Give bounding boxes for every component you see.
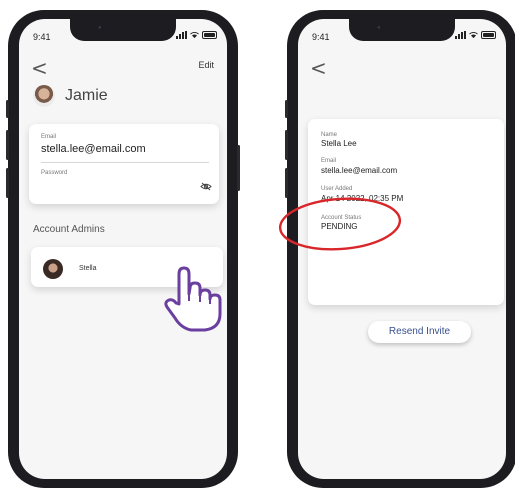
profile-name: Jamie [65, 87, 108, 104]
admin-name: Stella [79, 265, 97, 272]
mute-switch [285, 100, 288, 118]
email-value: stella.lee@email.com [321, 166, 398, 175]
account-admins-title: Account Admins [33, 224, 105, 235]
status-icons [176, 31, 217, 39]
name-value: Stella Lee [321, 139, 357, 148]
back-chevron-icon[interactable]: < [31, 58, 48, 78]
battery-icon [202, 31, 217, 39]
volume-down-button [285, 168, 288, 198]
edit-button[interactable]: Edit [198, 60, 214, 70]
status-icons [455, 31, 496, 39]
resend-invite-button[interactable]: Resend Invite [368, 321, 471, 343]
signal-icon [176, 31, 187, 39]
volume-down-button [6, 168, 9, 198]
highlight-circle [278, 197, 402, 251]
email-field[interactable]: stella.lee@email.com [41, 143, 146, 155]
battery-icon [481, 31, 496, 39]
avatar [43, 259, 63, 279]
volume-up-button [6, 130, 9, 160]
email-label: Email [41, 134, 57, 140]
signal-icon [455, 31, 466, 39]
eye-slash-icon[interactable] [200, 182, 212, 191]
status-time: 9:41 [33, 32, 51, 42]
wifi-icon [190, 32, 199, 39]
credentials-card: Email stella.lee@email.com Password [29, 124, 219, 204]
screen-left: ● 9:41 < Edit Jamie Email stella.lee@ema… [19, 19, 227, 479]
notch: ● [349, 19, 455, 41]
hand-pointer-icon [164, 266, 222, 332]
phone-frame-left: ● 9:41 < Edit Jamie Email stella.lee@ema… [6, 10, 240, 488]
power-button [237, 145, 240, 191]
avatar [33, 85, 55, 107]
name-label: Name [321, 132, 338, 138]
status-time: 9:41 [312, 32, 330, 42]
back-chevron-icon[interactable]: < [310, 58, 327, 78]
password-label: Password [41, 170, 68, 176]
mute-switch [6, 100, 9, 118]
volume-up-button [285, 130, 288, 160]
user-added-label: User Added [321, 186, 353, 192]
camera-icon: ● [377, 25, 381, 31]
camera-icon: ● [98, 25, 102, 31]
wifi-icon [469, 32, 478, 39]
notch: ● [70, 19, 176, 41]
email-label: Email [321, 158, 337, 164]
divider [41, 162, 209, 163]
